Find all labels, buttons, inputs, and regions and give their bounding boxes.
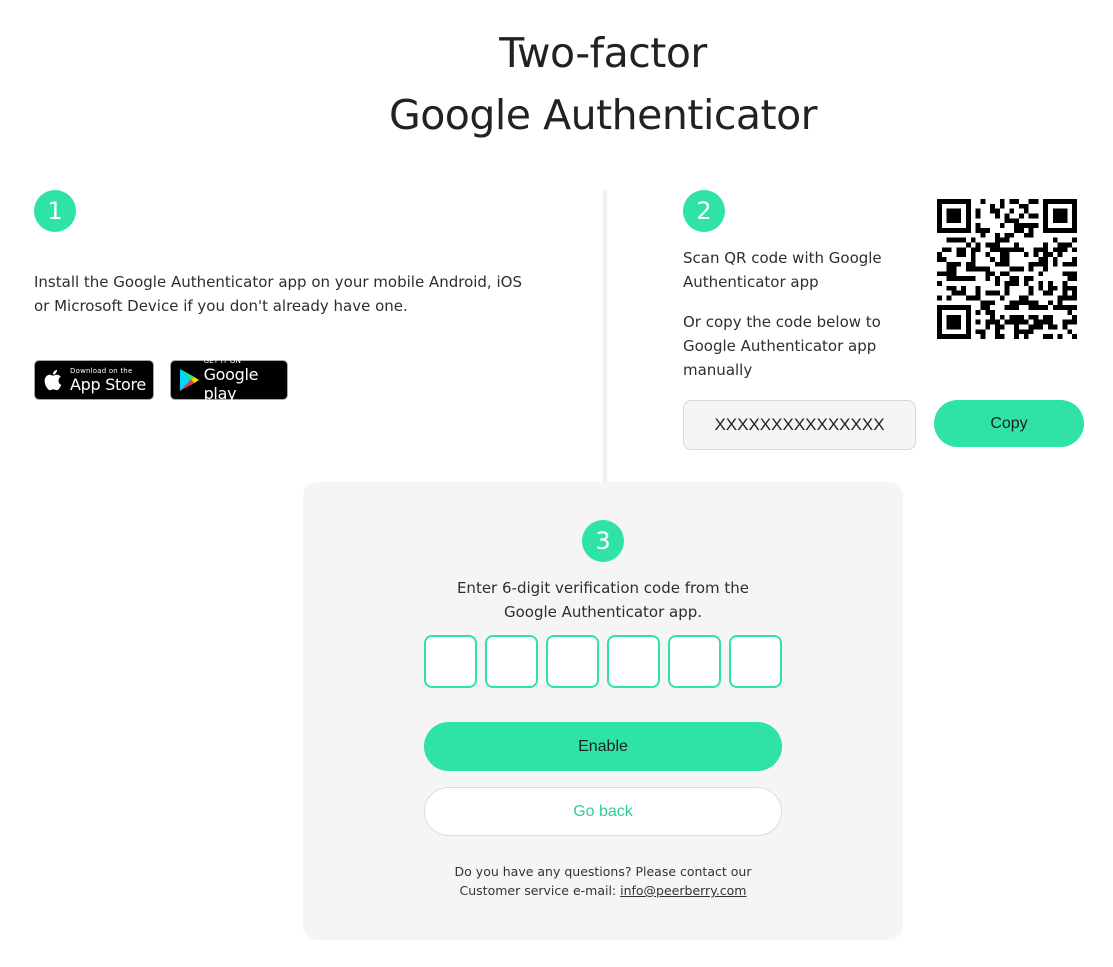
app-store-big-text: App Store [70, 374, 146, 394]
step-1-description: Install the Google Authenticator app on … [34, 273, 522, 315]
code-digit-input-2[interactable] [485, 635, 538, 688]
scan-qr-text: Scan QR code with Google Authenticator a… [683, 249, 882, 291]
support-footer: Do you have any questions? Please contac… [303, 862, 903, 900]
verification-instruction: Enter 6-digit verification code from the… [303, 576, 903, 624]
play-triangle-icon [177, 367, 201, 393]
enable-button[interactable]: Enable [424, 722, 782, 771]
google-play-small-text: GET IT ON [203, 357, 242, 365]
code-digit-input-3[interactable] [546, 635, 599, 688]
google-play-badge[interactable]: GET IT ON Google play [170, 357, 288, 403]
code-digit-input-4[interactable] [607, 635, 660, 688]
verification-instruction-text: Enter 6-digit verification code from the… [456, 579, 750, 621]
google-play-big-text: Google play [203, 365, 259, 403]
title-line-2: Google Authenticator [388, 91, 818, 139]
support-email-prefix: Customer service e-mail: [459, 883, 621, 898]
step-1-badge: 1 [34, 190, 76, 232]
page-title: Two-factor Google Authenticator [0, 22, 1113, 146]
support-line-2: Customer service e-mail: info@peerberry.… [303, 881, 903, 900]
column-divider [603, 190, 607, 482]
app-store-badge[interactable]: Download on the App Store [34, 360, 154, 400]
code-digit-input-5[interactable] [668, 635, 721, 688]
step-3-badge: 3 [582, 520, 624, 562]
code-digit-input-6[interactable] [729, 635, 782, 688]
verification-panel: 3 Enter 6-digit verification code from t… [303, 482, 903, 940]
apple-icon [41, 367, 67, 393]
title-line-1: Two-factor [499, 29, 707, 77]
qr-code [937, 199, 1077, 339]
secret-code-field[interactable]: XXXXXXXXXXXXXXX [683, 400, 916, 450]
go-back-button[interactable]: Go back [424, 787, 782, 836]
app-store-small-text: Download on the [70, 366, 133, 375]
copy-button[interactable]: Copy [934, 400, 1084, 447]
support-email-link[interactable]: info@peerberry.com [620, 883, 746, 898]
copy-code-text: Or copy the code below to Google Authent… [683, 313, 881, 379]
code-digit-input-1[interactable] [424, 635, 477, 688]
step-2-badge: 2 [683, 190, 725, 232]
support-line-1: Do you have any questions? Please contac… [454, 864, 752, 879]
